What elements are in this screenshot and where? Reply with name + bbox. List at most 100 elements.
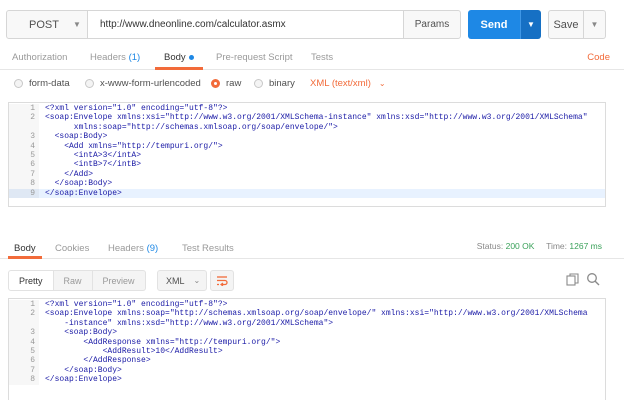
line-number: 5 bbox=[9, 346, 39, 357]
response-status: Status: 200 OK Time: 1267 ms bbox=[477, 241, 602, 251]
pretty-button[interactable]: Pretty bbox=[8, 270, 54, 291]
code-line: 1 <?xml version="1.0" encoding="utf-8"?> bbox=[9, 104, 605, 114]
code-text: <intB>7</intB> bbox=[45, 160, 142, 170]
content-type-select[interactable]: XML (text/xml) ⌄ bbox=[310, 78, 386, 89]
tab-response-headers-label: Headers bbox=[108, 243, 144, 254]
line-number: 3 bbox=[9, 132, 39, 142]
code-text: <soap:Envelope xmlns:soap="http://schema… bbox=[45, 309, 588, 319]
code-line: 7 </soap:Body> bbox=[9, 365, 605, 376]
send-dropdown-chevron-icon[interactable]: ▼ bbox=[520, 10, 541, 39]
body-type-radios: form-data x-www-form-urlencoded raw bina… bbox=[0, 76, 624, 94]
code-text: xmlns:soap="http://schemas.xmlsoap.org/s… bbox=[45, 122, 338, 132]
code-text: <AddResponse xmlns="http://tempuri.org/"… bbox=[45, 337, 281, 347]
line-number bbox=[9, 318, 39, 329]
code-text: -instance" xmlns:xsd="http://www.w3.org/… bbox=[45, 318, 334, 328]
raw-button[interactable]: Raw bbox=[53, 270, 93, 291]
save-button[interactable]: Save bbox=[548, 10, 584, 39]
radio-circle bbox=[254, 79, 263, 88]
radio-urlencoded[interactable]: x-www-form-urlencoded bbox=[85, 78, 201, 89]
time-value: 1267 ms bbox=[569, 241, 602, 251]
tab-test-results[interactable]: Test Results bbox=[182, 243, 234, 254]
params-button[interactable]: Params bbox=[403, 10, 461, 39]
response-body-viewer[interactable]: 1 <?xml version="1.0" encoding="utf-8"?> 2… bbox=[8, 298, 606, 400]
line-number: 8 bbox=[9, 375, 39, 385]
radio-raw[interactable]: raw bbox=[211, 78, 241, 89]
time-label: Time: bbox=[546, 241, 568, 251]
chevron-down-icon: ▼ bbox=[72, 20, 81, 29]
code-text: </Add> bbox=[45, 169, 94, 179]
tab-body[interactable]: Body bbox=[164, 52, 194, 63]
radio-binary-label: binary bbox=[269, 78, 295, 89]
code-link[interactable]: Code bbox=[587, 52, 610, 63]
code-line: 4 <AddResponse xmlns="http://tempuri.org… bbox=[9, 337, 605, 347]
code-text: </soap:Envelope> bbox=[39, 188, 605, 198]
code-text: <intA>3</intA> bbox=[45, 150, 142, 160]
save-dropdown-chevron-icon[interactable]: ▼ bbox=[584, 10, 606, 39]
request-tabs: Authorization Headers (1) Body Pre-reque… bbox=[0, 44, 624, 70]
content-type-label: XML (text/xml) bbox=[310, 78, 371, 89]
tab-response-headers[interactable]: Headers (9) bbox=[108, 243, 158, 254]
tab-tests[interactable]: Tests bbox=[311, 52, 333, 63]
radio-binary[interactable]: binary bbox=[254, 78, 295, 89]
copy-icon[interactable] bbox=[566, 273, 579, 289]
code-line: 2 <soap:Envelope xmlns:soap="http://schem… bbox=[9, 309, 605, 319]
radio-urlencoded-label: x-www-form-urlencoded bbox=[100, 78, 201, 89]
code-text: <Add xmlns="http://tempuri.org/"> bbox=[45, 141, 223, 151]
code-line: 5 <intA>3</intA> bbox=[9, 150, 605, 161]
code-line: 7 </Add> bbox=[9, 169, 605, 180]
response-headers-count: (9) bbox=[146, 243, 159, 254]
radio-form-data[interactable]: form-data bbox=[14, 78, 70, 89]
url-input[interactable]: http://www.dneonline.com/calculator.asmx bbox=[88, 10, 404, 39]
modified-dot-icon bbox=[188, 54, 194, 60]
request-body-editor[interactable]: 1 <?xml version="1.0" encoding="utf-8"?> 2… bbox=[8, 102, 606, 207]
code-line: 8 </soap:Body> bbox=[9, 179, 605, 189]
code-text: <soap:Envelope xmlns:xsi="http://www.w3.… bbox=[45, 113, 588, 123]
code-line: 8 </soap:Envelope> bbox=[9, 375, 605, 385]
line-number: 4 bbox=[9, 141, 39, 151]
preview-button[interactable]: Preview bbox=[92, 270, 146, 291]
tab-cookies[interactable]: Cookies bbox=[55, 243, 89, 254]
response-format-label: XML bbox=[166, 275, 185, 286]
response-view-toggle: Pretty Raw Preview bbox=[8, 270, 146, 291]
code-line: xmlns:soap="http://schemas.xmlsoap.org/s… bbox=[9, 122, 605, 133]
tab-headers[interactable]: Headers (1) bbox=[90, 52, 140, 63]
wrap-lines-button[interactable] bbox=[210, 270, 234, 291]
tab-prerequest-script[interactable]: Pre-request Script bbox=[216, 52, 293, 63]
tab-authorization[interactable]: Authorization bbox=[12, 52, 67, 63]
active-response-tab-indicator bbox=[8, 256, 42, 259]
line-number: 4 bbox=[9, 337, 39, 347]
method-select[interactable]: POST ▼ bbox=[6, 10, 88, 39]
search-icon[interactable] bbox=[586, 272, 600, 289]
line-number: 2 bbox=[9, 309, 39, 319]
radio-circle-selected bbox=[211, 79, 220, 88]
response-format-select[interactable]: XML ⌄ bbox=[157, 270, 207, 291]
code-text: <AddResult>10</AddResult> bbox=[45, 346, 223, 356]
code-line: 9 </soap:Envelope> bbox=[9, 188, 605, 198]
code-line: 2 <soap:Envelope xmlns:xsi="http://www.w3… bbox=[9, 113, 605, 123]
line-number: 1 bbox=[9, 104, 39, 114]
status-label: Status: bbox=[476, 241, 504, 251]
line-number: 7 bbox=[9, 169, 39, 180]
tab-body-label: Body bbox=[164, 52, 186, 63]
tab-response-body[interactable]: Body bbox=[14, 243, 36, 254]
code-text: </soap:Envelope> bbox=[45, 375, 122, 385]
method-label: POST bbox=[29, 18, 59, 31]
line-number: 5 bbox=[9, 150, 39, 161]
line-number: 1 bbox=[9, 300, 39, 310]
line-number: 9 bbox=[9, 188, 39, 198]
status-value: 200 OK bbox=[505, 241, 535, 251]
line-number: 3 bbox=[9, 328, 39, 338]
line-number: 8 bbox=[9, 179, 39, 189]
radio-raw-label: raw bbox=[226, 78, 242, 89]
code-text: <?xml version="1.0" encoding="utf-8"?> bbox=[45, 300, 228, 309]
code-line: 4 <Add xmlns="http://tempuri.org/"> bbox=[9, 141, 605, 151]
line-number: 7 bbox=[9, 365, 39, 376]
code-line: -instance" xmlns:xsd="http://www.w3.org/… bbox=[9, 318, 605, 329]
headers-count: (1) bbox=[128, 52, 141, 63]
line-number: 6 bbox=[9, 160, 39, 170]
send-button[interactable]: Send bbox=[468, 10, 520, 39]
code-text: </soap:Body> bbox=[45, 179, 113, 189]
code-text: <soap:Body> bbox=[45, 328, 118, 338]
code-text: </AddResponse> bbox=[45, 356, 151, 366]
code-line: 3 <soap:Body> bbox=[9, 132, 605, 142]
